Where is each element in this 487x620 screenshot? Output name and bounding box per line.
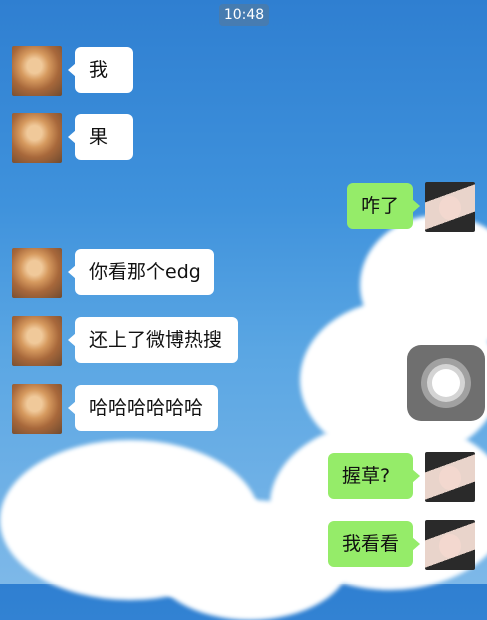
message-bubble-received[interactable]: 哈哈哈哈哈哈 xyxy=(68,385,218,431)
self-avatar[interactable] xyxy=(425,452,475,502)
self-avatar[interactable] xyxy=(425,520,475,570)
message-bubble-received[interactable]: 果 xyxy=(68,114,133,160)
message-bubble-sent[interactable]: 握草? xyxy=(328,453,420,499)
assistive-touch-center xyxy=(432,369,460,397)
assistive-touch-button[interactable] xyxy=(407,345,485,421)
contact-avatar[interactable] xyxy=(12,46,62,96)
contact-avatar[interactable] xyxy=(12,316,62,366)
contact-avatar[interactable] xyxy=(12,113,62,163)
contact-avatar[interactable] xyxy=(12,384,62,434)
message-bubble-sent[interactable]: 我看看 xyxy=(328,521,420,567)
message-bubble-received[interactable]: 你看那个edg xyxy=(68,249,214,295)
message-bubble-received[interactable]: 还上了微博热搜 xyxy=(68,317,238,363)
message-bubble-received[interactable]: 我 xyxy=(68,47,133,93)
self-avatar[interactable] xyxy=(425,182,475,232)
message-bubble-sent[interactable]: 咋了 xyxy=(347,183,420,229)
message-timestamp: 10:48 xyxy=(219,4,269,26)
contact-avatar[interactable] xyxy=(12,248,62,298)
